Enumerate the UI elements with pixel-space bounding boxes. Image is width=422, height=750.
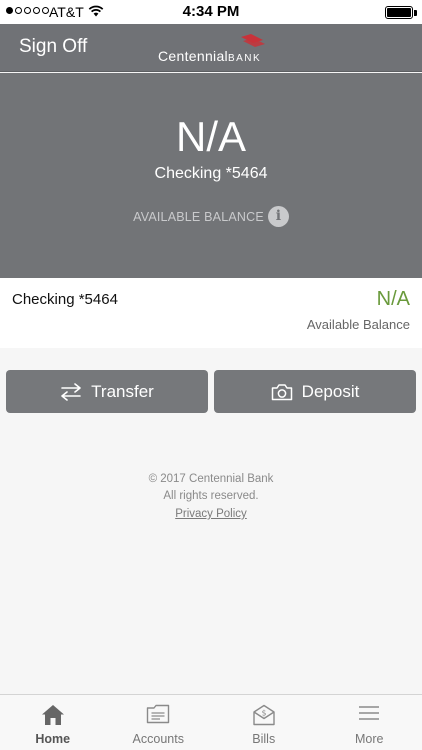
available-balance-label-row: AVAILABLE BALANCE i (0, 206, 422, 227)
camera-icon (271, 383, 292, 400)
tab-home-label: Home (35, 732, 71, 746)
bills-icon: $ (253, 704, 275, 726)
rights-text: All rights reserved. (163, 490, 259, 502)
menu-icon (359, 706, 380, 720)
transfer-arrows-icon (61, 382, 81, 401)
privacy-policy-link[interactable]: Privacy Policy (175, 506, 247, 523)
copyright-text: © 2017 Centennial Bank (148, 473, 274, 485)
tab-accounts-label: Accounts (132, 732, 184, 746)
app-screen: AT&T 4:34 PM Sign Off CentennialBANK N/A… (0, 0, 422, 750)
logo-text-suffix: BANK (227, 53, 262, 64)
balance-amount: N/A (175, 113, 246, 160)
tab-bills-label: Bills (252, 732, 276, 746)
status-bar: AT&T 4:34 PM (0, 0, 422, 24)
bank-logo: CentennialBANK (158, 34, 268, 64)
clock: 4:34 PM (182, 3, 240, 20)
sign-off-button[interactable]: Sign Off (19, 36, 87, 58)
tab-bills[interactable]: $ Bills (211, 695, 317, 750)
available-balance-label: AVAILABLE BALANCE (133, 209, 264, 224)
deposit-label: Deposit (301, 381, 360, 401)
info-icon[interactable]: i (267, 206, 289, 227)
account-row[interactable]: Checking *5464 N/A Available Balance (0, 278, 422, 348)
transfer-button[interactable]: Transfer (6, 370, 208, 413)
tab-home[interactable]: Home (0, 695, 106, 750)
logo-flag-icon (241, 34, 265, 47)
tab-more[interactable]: More (317, 695, 422, 750)
accounts-icon (147, 704, 170, 724)
account-name: Checking *5464 (154, 165, 268, 182)
account-row-name: Checking *5464 (12, 291, 118, 308)
deposit-button[interactable]: Deposit (214, 370, 416, 413)
svg-text:$: $ (261, 709, 266, 718)
nav-header: Sign Off CentennialBANK (0, 24, 422, 72)
tab-bar: Home Accounts $ Bills More (0, 694, 422, 750)
tab-more-label: More (355, 732, 384, 746)
account-row-amount-label: Available Balance (306, 317, 410, 332)
account-row-amount: N/A (376, 288, 410, 310)
balance-summary: N/A Checking *5464 AVAILABLE BALANCE i (0, 73, 422, 278)
footer: © 2017 Centennial Bank All rights reserv… (0, 471, 422, 523)
transfer-label: Transfer (91, 381, 154, 401)
home-icon (41, 705, 64, 725)
battery-icon (385, 6, 413, 19)
logo-text: Centennial (158, 48, 228, 64)
tab-accounts[interactable]: Accounts (106, 695, 212, 750)
